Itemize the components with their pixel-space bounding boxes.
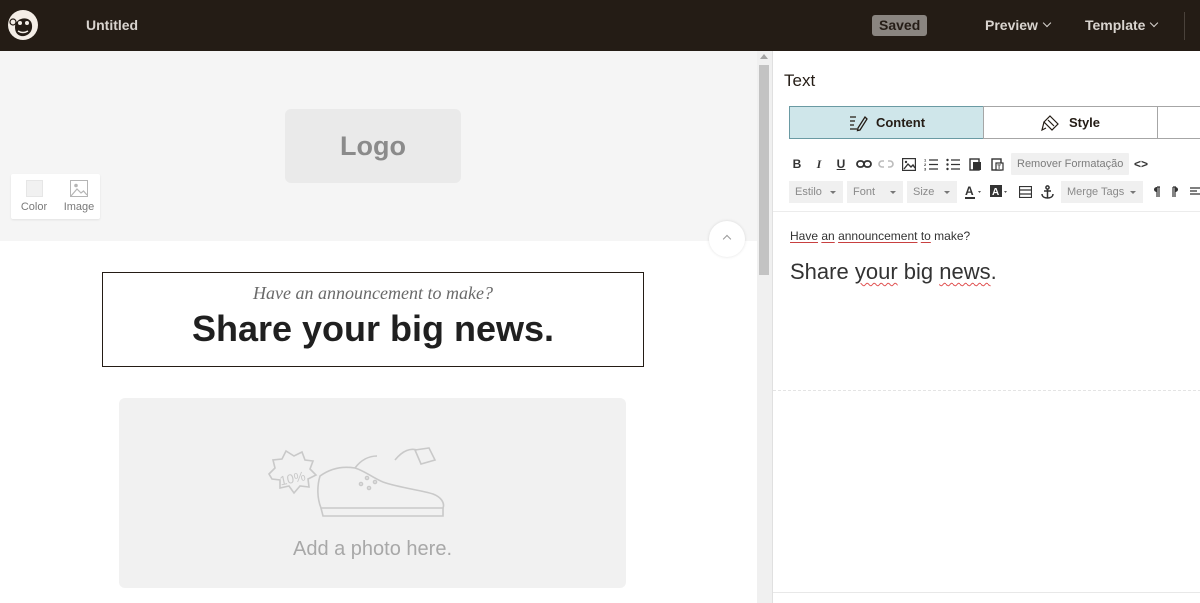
tab-settings[interactable]	[1157, 106, 1200, 139]
formatting-toolbar-row1: B I U 123 T Remover Formatação <>	[789, 153, 1200, 175]
editor-tabs: Content Style	[789, 106, 1200, 139]
editor-word: Have	[790, 229, 819, 243]
editor-word: your	[854, 259, 898, 284]
bullet-list-icon[interactable]	[945, 153, 961, 175]
preview-menu-label: Preview	[985, 17, 1038, 33]
logo-placeholder[interactable]: Logo	[285, 109, 461, 183]
numbered-list-icon[interactable]: 123	[923, 153, 939, 175]
shoe-illustration-icon: 10%	[267, 447, 445, 517]
tab-content[interactable]: Content	[789, 106, 984, 139]
image-tool-button[interactable]: Image	[59, 180, 99, 213]
editor-separator	[773, 211, 1200, 212]
saved-status-badge: Saved	[872, 15, 928, 36]
paint-brush-icon	[1041, 114, 1059, 131]
photo-placeholder[interactable]: 10% Add a photo here.	[119, 398, 626, 588]
svg-text:A: A	[992, 187, 999, 198]
merge-tags-dropdown-label: Merge Tags	[1067, 186, 1125, 198]
style-dropdown-label: Estilo	[795, 186, 822, 198]
background-tools: Color Image	[11, 174, 100, 219]
document-title[interactable]: Untitled	[86, 17, 138, 33]
color-tool-label: Color	[20, 201, 48, 213]
headline-text: Share your big news.	[191, 308, 555, 349]
unlink-icon[interactable]	[877, 153, 895, 175]
editor-headline-line[interactable]: Share your big news.	[790, 259, 997, 285]
template-menu-label: Template	[1085, 17, 1146, 33]
template-menu[interactable]: Template	[1085, 17, 1159, 33]
editor-word: Share	[790, 259, 849, 284]
preview-menu[interactable]: Preview	[985, 17, 1052, 33]
announcement-text: Have an announcement to make?	[253, 283, 493, 303]
tab-style-label: Style	[1068, 115, 1101, 130]
background-color-icon[interactable]: A	[989, 181, 1011, 203]
paragraph-rtl-icon[interactable]	[1169, 181, 1183, 203]
mailchimp-logo-icon[interactable]	[6, 7, 40, 43]
size-dropdown[interactable]: Size	[907, 181, 957, 203]
color-tool-button[interactable]: Color	[14, 180, 54, 213]
font-dropdown[interactable]: Font	[847, 181, 903, 203]
font-dropdown-label: Font	[853, 186, 876, 198]
paragraph-ltr-icon[interactable]	[1149, 181, 1163, 203]
canvas-scrollbar[interactable]	[757, 51, 772, 603]
panel-title: Text	[784, 71, 816, 90]
topbar-divider	[1184, 12, 1185, 40]
underline-button[interactable]: U	[833, 153, 849, 175]
editor-word: big	[903, 259, 934, 284]
table-icon[interactable]	[1017, 181, 1033, 203]
discount-badge-text: 10%	[278, 468, 307, 488]
scroll-thumb[interactable]	[759, 65, 769, 275]
merge-tags-dropdown[interactable]: Merge Tags	[1061, 181, 1143, 203]
editor-announcement-line[interactable]: Have an announcement to make?	[790, 229, 970, 243]
align-icon[interactable]	[1189, 181, 1200, 203]
editor-word: news	[939, 259, 991, 284]
svg-text:A: A	[965, 184, 974, 198]
header-section[interactable]: Logo Color Image	[0, 51, 757, 241]
link-icon[interactable]	[855, 153, 873, 175]
anchor-icon[interactable]	[1039, 181, 1055, 203]
color-swatch-icon	[25, 180, 43, 197]
scroll-up-arrow-icon[interactable]	[760, 54, 768, 59]
tab-content-label: Content	[875, 115, 926, 130]
svg-text:T: T	[997, 165, 1001, 171]
selected-text-block[interactable]: Have an announcement to make? Share your…	[102, 272, 644, 367]
editor-punctuation: .	[990, 259, 997, 284]
collapse-chevron-up-icon[interactable]	[709, 221, 745, 257]
bold-button[interactable]: B	[789, 153, 805, 175]
source-code-button[interactable]: <>	[1131, 153, 1151, 175]
insert-image-icon[interactable]	[901, 153, 917, 175]
editor-word: an	[821, 229, 835, 243]
email-canvas: Logo Color Image Have an announcement to…	[0, 51, 757, 603]
image-tool-label: Image	[63, 201, 95, 213]
editor-word: to	[920, 229, 931, 243]
tab-style[interactable]: Style	[983, 106, 1158, 139]
italic-button[interactable]: I	[811, 153, 827, 175]
panel-footer-divider	[773, 592, 1200, 593]
chevron-down-icon	[1042, 18, 1052, 28]
chevron-down-icon	[1150, 18, 1159, 28]
text-editor-panel: Text Content Style B I U 1 2 3 T Remover…	[772, 51, 1200, 603]
paste-text-icon[interactable]: T	[989, 153, 1005, 175]
paste-icon[interactable]	[967, 153, 983, 175]
text-color-icon[interactable]: A	[963, 181, 985, 203]
pencil-lines-icon	[849, 115, 868, 131]
editor-bottom-border	[773, 390, 1200, 391]
size-dropdown-label: Size	[913, 186, 935, 198]
style-dropdown[interactable]: Estilo	[789, 181, 843, 203]
image-icon	[70, 180, 88, 197]
top-bar: Untitled Saved Preview Template	[0, 0, 1200, 51]
formatting-toolbar-row2: Estilo Font Size A A Merge Tags	[789, 181, 1200, 203]
editor-word: make?	[934, 229, 971, 243]
editor-word: announcement	[838, 229, 918, 243]
photo-placeholder-label: Add a photo here.	[292, 538, 452, 560]
remove-formatting-button[interactable]: Remover Formatação	[1011, 153, 1130, 175]
svg-text:3: 3	[924, 166, 927, 171]
